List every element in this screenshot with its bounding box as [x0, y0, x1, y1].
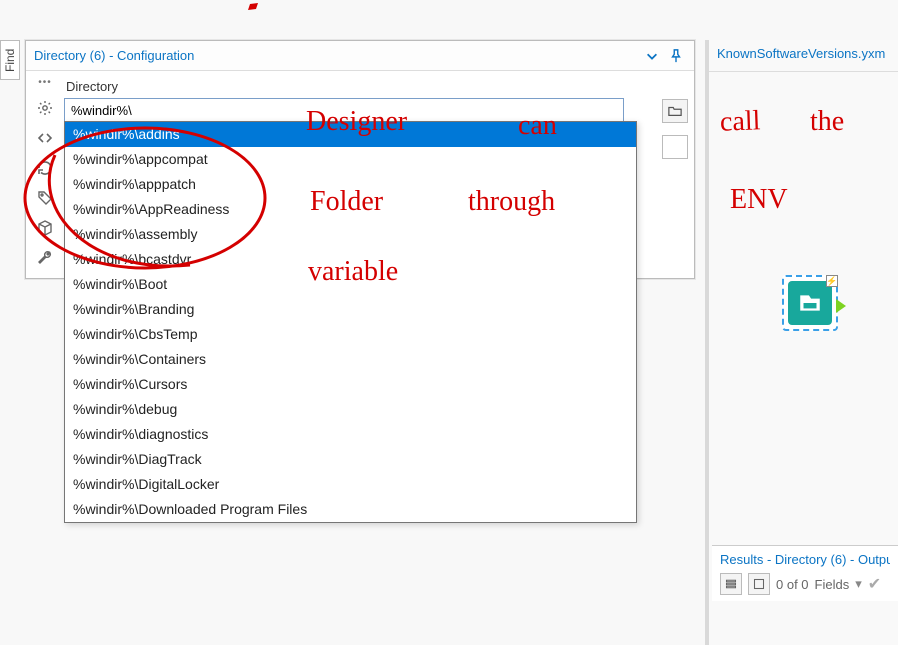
- results-view2-button[interactable]: [748, 573, 770, 595]
- chevron-down-icon[interactable]: ▾: [855, 576, 862, 592]
- autocomplete-item[interactable]: %windir%\debug: [65, 397, 636, 422]
- lightning-badge-icon: ⚡: [826, 275, 838, 287]
- results-toolbar: 0 of 0 Fields ▾ ✔: [720, 573, 890, 595]
- directory-form: Directory %windir%\addins%windir%\appcom…: [58, 75, 688, 268]
- autocomplete-item[interactable]: %windir%\addins: [65, 122, 636, 147]
- autocomplete-item[interactable]: %windir%\DiagTrack: [65, 447, 636, 472]
- wrench-icon[interactable]: [35, 248, 55, 268]
- autocomplete-item[interactable]: %windir%\apppatch: [65, 172, 636, 197]
- results-field-count: 0 of 0: [776, 577, 809, 592]
- autocomplete-item[interactable]: %windir%\AppReadiness: [65, 197, 636, 222]
- directory-input[interactable]: [64, 98, 624, 122]
- pin-icon[interactable]: [666, 46, 686, 66]
- autocomplete-item[interactable]: %windir%\assembly: [65, 222, 636, 247]
- configuration-panel: Directory (6) - Configuration •••: [25, 40, 695, 279]
- code-icon[interactable]: [35, 128, 55, 148]
- config-body: ••• Directory: [26, 71, 694, 278]
- browse-folder-button[interactable]: [662, 99, 688, 123]
- results-view1-button[interactable]: [720, 573, 742, 595]
- autocomplete-item[interactable]: %windir%\Branding: [65, 297, 636, 322]
- results-title: Results - Directory (6) - Outpu: [720, 552, 890, 567]
- autocomplete-item[interactable]: %windir%\DigitalLocker: [65, 472, 636, 497]
- results-field-label: Fields: [815, 577, 850, 592]
- autocomplete-item[interactable]: %windir%\Boot: [65, 272, 636, 297]
- refresh-icon[interactable]: [35, 158, 55, 178]
- directory-tool-icon: [788, 281, 832, 325]
- config-title: Directory (6) - Configuration: [34, 48, 638, 63]
- find-tab[interactable]: Find: [0, 40, 20, 80]
- tag-icon[interactable]: [35, 188, 55, 208]
- autocomplete-item[interactable]: %windir%\bcastdvr: [65, 247, 636, 272]
- workflow-tab-title[interactable]: KnownSoftwareVersions.yxm: [709, 40, 898, 72]
- secondary-box: [662, 135, 688, 159]
- autocomplete-item[interactable]: %windir%\Cursors: [65, 372, 636, 397]
- output-anchor-icon[interactable]: [836, 299, 846, 313]
- collapse-icon[interactable]: [642, 46, 662, 66]
- autocomplete-item[interactable]: %windir%\Downloaded Program Files: [65, 497, 636, 522]
- gear-icon[interactable]: [35, 98, 55, 118]
- autocomplete-item[interactable]: %windir%\CbsTemp: [65, 322, 636, 347]
- config-header: Directory (6) - Configuration: [26, 41, 694, 71]
- autocomplete-item[interactable]: %windir%\diagnostics: [65, 422, 636, 447]
- results-panel: Results - Directory (6) - Outpu 0 of 0 F…: [712, 545, 898, 601]
- autocomplete-item[interactable]: %windir%\appcompat: [65, 147, 636, 172]
- directory-tool-node[interactable]: ⚡: [782, 275, 838, 331]
- autocomplete-dropdown[interactable]: %windir%\addins%windir%\appcompat%windir…: [64, 121, 637, 523]
- directory-label: Directory: [66, 79, 688, 94]
- autocomplete-item[interactable]: %windir%\Containers: [65, 347, 636, 372]
- more-icon[interactable]: •••: [38, 77, 52, 88]
- check-icon[interactable]: ✔: [868, 574, 881, 594]
- side-toolbar: •••: [32, 75, 58, 268]
- cube-icon[interactable]: [35, 218, 55, 238]
